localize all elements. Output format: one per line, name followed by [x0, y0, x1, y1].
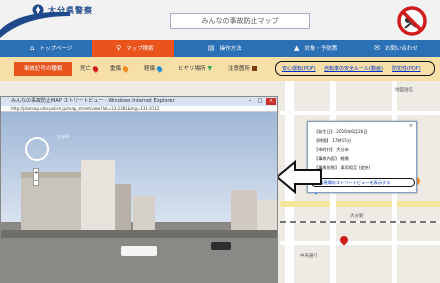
nav-label: マップ検索 — [126, 46, 154, 52]
legend-item-serious: 重傷 — [110, 64, 130, 73]
sidewalk — [1, 230, 277, 238]
nav-label: 対象・予防策 — [304, 46, 338, 52]
info-value: 大分市 — [336, 147, 349, 152]
rail-line — [280, 221, 440, 223]
legend-label: ヒヤリ場所 — [178, 66, 206, 72]
zoom-out-button[interactable]: − — [34, 177, 38, 185]
left-arrow-icon — [275, 160, 322, 194]
info-label: 【市町村】 — [314, 147, 335, 152]
legend-label: 軽傷 — [144, 66, 156, 72]
info-label: 【発生日】 — [314, 129, 335, 134]
info-value: 2016年6月26日 — [336, 129, 368, 134]
info-value: 車両相互 (追突) — [340, 165, 371, 170]
map-road — [280, 111, 440, 115]
map-label: 地図送信 — [395, 88, 413, 93]
car — [211, 242, 231, 250]
legend-label: 重傷 — [110, 66, 122, 72]
mail-icon: ✉ — [374, 44, 380, 52]
site-title: みんなの事故防止マップ — [170, 13, 310, 29]
site-header: 大分県警察 みんなの事故防止マップ — [0, 0, 440, 40]
nav-item-howto[interactable]: ▤ 操作方法 — [186, 40, 266, 57]
info-value: 17時15分 — [332, 138, 352, 143]
legend-item-nearmiss: ヒヤリ場所 ▼ — [178, 64, 212, 72]
legend-label: 死亡 — [80, 66, 92, 72]
orange-pin-icon — [121, 64, 130, 73]
building — [115, 184, 131, 230]
zoom-in-button[interactable]: + — [34, 169, 38, 177]
legend-item-death: 死亡 — [80, 64, 100, 73]
maximize-icon[interactable]: □ — [255, 98, 265, 105]
info-label: 【時間】 — [314, 138, 331, 143]
map-pin-icon: ⚲ — [116, 44, 122, 52]
zoom-control: + − — [33, 168, 39, 186]
book-icon: ▤ — [208, 44, 215, 52]
nav-item-top[interactable]: ⌂ トップページ — [0, 40, 86, 57]
legend-title: 事故記号の種類 — [14, 62, 72, 76]
info-value: 軽傷 — [340, 156, 349, 161]
legend-label: 注意箇所 — [228, 66, 251, 72]
building — [257, 200, 277, 230]
legend-item-minor: 軽傷 — [144, 64, 164, 73]
streetview-address: 大分市 — [57, 134, 69, 139]
close-icon[interactable]: × — [266, 98, 276, 105]
car — [121, 246, 157, 256]
no-entry-sign-icon — [397, 6, 427, 36]
legend-bar: 事故記号の種類 死亡 重傷 軽傷 ヒヤリ場所 ▼ 注意箇所 安心運転(PDF) 自… — [0, 57, 440, 81]
close-icon[interactable]: × — [409, 123, 413, 129]
info-row-city: 【市町村】 大分市 — [314, 147, 349, 153]
link-crime-prevention[interactable]: 防犯性(PDF) — [392, 65, 421, 72]
nav-label: お問い合わせ — [384, 46, 418, 52]
map-road-main — [280, 201, 440, 207]
pan-control[interactable] — [25, 137, 49, 161]
nav-item-contact[interactable]: ✉ お問い合わせ — [362, 40, 440, 57]
map-label-station: 大分駅 — [350, 214, 364, 219]
main-nav: ⌂ トップページ ⚲ マップ検索 ▤ 操作方法 ▲ 対象・予防策 ✉ お問い合わせ — [0, 40, 440, 57]
streetview-window: みんなの事故防止MAP ストリートビュー - Windows Internet … — [0, 96, 278, 283]
window-title: みんなの事故防止MAP ストリートビュー - Windows Internet … — [1, 97, 277, 106]
map-road — [280, 241, 440, 245]
legend-item-caution: 注意箇所 — [228, 64, 258, 72]
warning-icon: ▲ — [294, 44, 300, 52]
building — [231, 190, 257, 230]
streetview-link[interactable]: 事故現場のストリートビューを表示する — [311, 178, 415, 187]
brown-flag-icon — [252, 66, 258, 71]
blue-pin-icon — [155, 64, 164, 73]
building — [21, 172, 81, 230]
building — [133, 196, 155, 230]
nav-item-measures[interactable]: ▲ 対象・予防策 — [276, 40, 358, 57]
police-emblem-icon — [32, 4, 44, 16]
logo-text: 大分県警察 — [48, 6, 93, 15]
map-label-street: 中央通り — [300, 254, 318, 259]
link-bicycle-rules[interactable]: 自転車の安全ルール(動画) — [324, 65, 383, 72]
minimize-icon[interactable]: – — [245, 98, 255, 105]
home-icon: ⌂ — [30, 44, 35, 52]
nav-item-map-search[interactable]: ⚲ マップ検索 — [92, 40, 174, 57]
info-row-date: 【発生日】 2016年6月26日 — [314, 129, 368, 135]
link-safe-driving[interactable]: 安心運転(PDF) — [282, 65, 316, 72]
streetview-panorama[interactable]: 大分市 + − — [1, 112, 277, 283]
accident-info-popup: × 【発生日】 2016年6月26日 【時間】 17時15分 【市町村】 大分市… — [307, 121, 417, 193]
red-pin-icon — [91, 64, 100, 73]
nav-label: 操作方法 — [219, 46, 242, 52]
info-row-time: 【時間】 17時15分 — [314, 138, 351, 144]
green-triangle-icon: ▼ — [207, 65, 213, 72]
nav-label: トップページ — [39, 46, 73, 52]
pdf-links-group: 安心運転(PDF) 自転車の安全ルール(動画) 防犯性(PDF) — [275, 61, 435, 76]
building — [81, 160, 115, 230]
